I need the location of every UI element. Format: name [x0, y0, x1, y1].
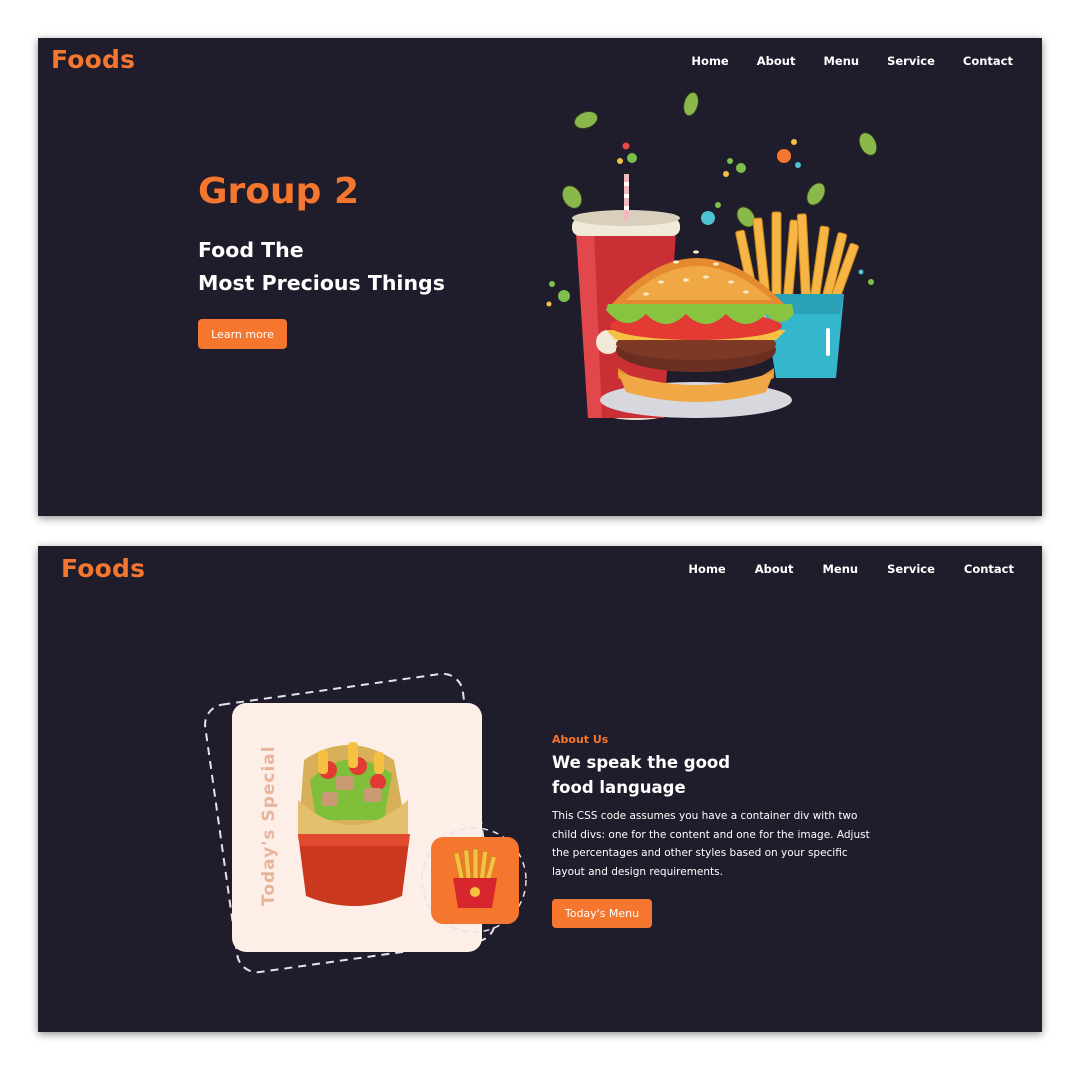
section-body: This CSS code assumes you have a contain… [552, 810, 870, 878]
about-section: Foods Home About Menu Service Contact To… [38, 546, 1042, 1032]
nav-about[interactable]: About [755, 562, 794, 576]
nav-menu[interactable]: Menu [823, 54, 859, 68]
nav-menu[interactable]: Menu [822, 562, 858, 576]
section-label: About Us [552, 733, 609, 746]
fast-food-illustration [546, 91, 878, 420]
site-logo[interactable]: Foods [61, 554, 145, 583]
nav-about[interactable]: About [757, 54, 796, 68]
learn-more-button[interactable]: Learn more [198, 319, 287, 349]
main-nav: Home About Menu Service Contact [659, 562, 1014, 576]
hero-subtitle-line: Most Precious Things [198, 271, 445, 295]
hero-section: Foods Home About Menu Service Contact Gr… [38, 38, 1042, 516]
nav-contact[interactable]: Contact [964, 562, 1014, 576]
todays-special-label: Today's Special [259, 745, 279, 906]
section-title-line: We speak the good [552, 753, 731, 772]
nav-home[interactable]: Home [691, 54, 728, 68]
burrito-icon [298, 742, 410, 906]
hero-subtitle-line: Food The [198, 238, 304, 262]
site-logo[interactable]: Foods [51, 45, 135, 74]
todays-special-card: Today's Special [204, 672, 527, 974]
hero-title: Group 2 [198, 171, 360, 212]
main-nav: Home About Menu Service Contact [663, 54, 1013, 68]
section-title: We speak the good food language [552, 750, 730, 800]
fries-badge-icon [431, 837, 519, 924]
hero-subtitle: Food The Most Precious Things [198, 234, 445, 300]
nav-service[interactable]: Service [887, 562, 935, 576]
nav-contact[interactable]: Contact [963, 54, 1013, 68]
nav-home[interactable]: Home [688, 562, 725, 576]
nav-service[interactable]: Service [887, 54, 935, 68]
todays-menu-button[interactable]: Today's Menu [552, 899, 652, 928]
section-title-line: food language [552, 778, 686, 797]
